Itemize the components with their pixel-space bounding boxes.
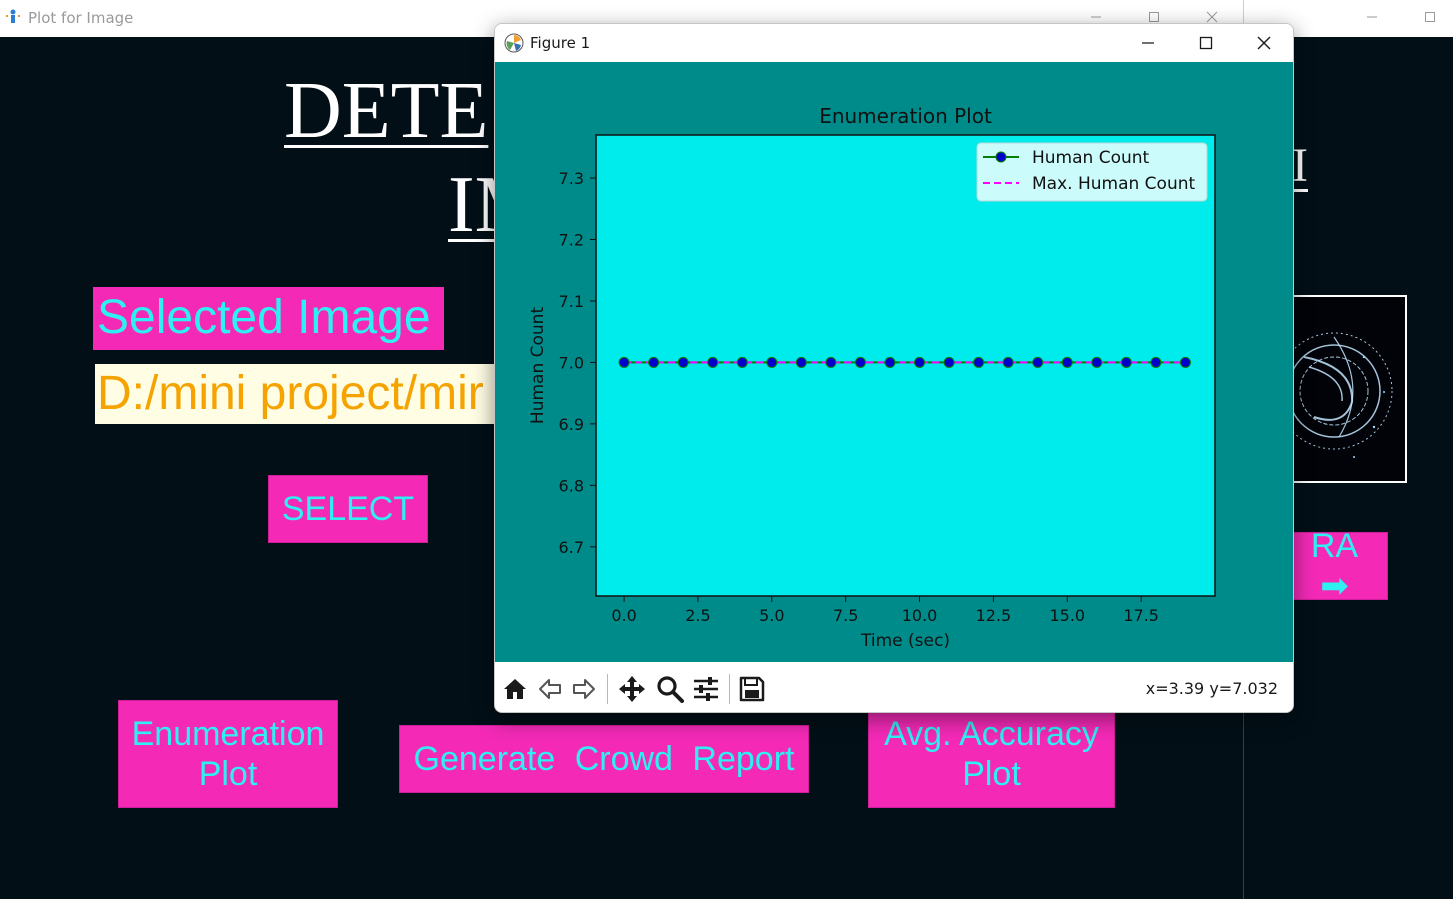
human-count-point bbox=[914, 356, 926, 368]
x-tick-label: 7.5 bbox=[833, 606, 858, 625]
human-count-point bbox=[884, 356, 896, 368]
figure-minimize-button[interactable] bbox=[1125, 27, 1171, 59]
camera-button[interactable]: RA ➡ bbox=[1293, 527, 1388, 605]
x-tick-label: 0.0 bbox=[611, 606, 636, 625]
human-count-point bbox=[854, 356, 866, 368]
x-tick-label: 15.0 bbox=[1049, 606, 1085, 625]
human-count-point bbox=[707, 356, 719, 368]
maximize-icon bbox=[1149, 12, 1159, 22]
human-count-point bbox=[1120, 356, 1132, 368]
figure-canvas[interactable]: Enumeration Plot 0.0 2.5 5.0 7.5 10.0 12.5 15.0… bbox=[495, 62, 1294, 662]
y-tick-label: 7.2 bbox=[559, 230, 584, 249]
minimize-icon bbox=[1142, 42, 1154, 44]
toolbar-separator bbox=[607, 674, 608, 704]
legend-max-label: Max. Human Count bbox=[1032, 174, 1195, 194]
back-icon bbox=[539, 679, 561, 699]
configure-icon bbox=[694, 677, 718, 701]
x-tick-label: 12.5 bbox=[976, 606, 1012, 625]
human-count-point bbox=[1091, 356, 1103, 368]
human-count-point bbox=[766, 356, 778, 368]
app-icon bbox=[6, 9, 20, 23]
configure-subplots-button[interactable] bbox=[691, 674, 721, 704]
legend-human-count-marker bbox=[995, 151, 1007, 163]
figure-close-button[interactable] bbox=[1241, 27, 1287, 59]
enumeration-chart[interactable]: Enumeration Plot 0.0 2.5 5.0 7.5 10.0 12.5 15.0… bbox=[495, 62, 1294, 662]
x-tick-label: 2.5 bbox=[685, 606, 710, 625]
human-count-point bbox=[618, 356, 630, 368]
save-button[interactable] bbox=[737, 674, 767, 704]
y-tick-label: 6.9 bbox=[559, 415, 584, 434]
close-icon bbox=[1257, 36, 1271, 50]
forward-button[interactable] bbox=[569, 674, 599, 704]
preview-image bbox=[1292, 295, 1407, 483]
page-heading-line1: DETE bbox=[284, 67, 489, 155]
x-tick-label: 10.0 bbox=[902, 606, 938, 625]
human-count-point bbox=[648, 356, 660, 368]
figure-maximize-button[interactable] bbox=[1183, 27, 1229, 59]
second-window-heading-fragment: I bbox=[1292, 139, 1308, 192]
enumeration-plot-button[interactable]: Enumeration Plot bbox=[118, 700, 338, 808]
forward-icon bbox=[573, 679, 595, 699]
cursor-coordinates: x=3.39 y=7.032 bbox=[1145, 679, 1278, 698]
human-count-point bbox=[825, 356, 837, 368]
save-icon bbox=[739, 676, 765, 702]
figure-title: Figure 1 bbox=[530, 34, 591, 52]
back-button[interactable] bbox=[535, 674, 565, 704]
human-count-point bbox=[1032, 356, 1044, 368]
generate-crowd-report-button[interactable]: Generate Crowd Report bbox=[399, 725, 809, 793]
human-count-point bbox=[943, 356, 955, 368]
home-button[interactable] bbox=[500, 674, 530, 704]
select-button[interactable]: SELECT bbox=[268, 475, 428, 543]
x-axis-label: Time (sec) bbox=[860, 631, 950, 651]
second-window-minimize-button[interactable] bbox=[1350, 4, 1394, 30]
pan-button[interactable] bbox=[617, 674, 647, 704]
minimize-icon bbox=[1091, 16, 1101, 18]
y-tick-label: 6.8 bbox=[559, 476, 584, 495]
human-count-point bbox=[1179, 356, 1191, 368]
selected-image-label: Selected Image bbox=[93, 287, 444, 350]
matplotlib-logo-icon bbox=[504, 33, 524, 53]
human-count-point bbox=[795, 356, 807, 368]
y-axis-label: Human Count bbox=[528, 307, 548, 425]
figure-toolbar: x=3.39 y=7.032 bbox=[495, 662, 1293, 712]
y-tick-label: 7.1 bbox=[559, 292, 584, 311]
maximize-icon bbox=[1199, 36, 1213, 50]
y-tick-label: 7.3 bbox=[559, 169, 584, 188]
x-tick-label: 17.5 bbox=[1123, 606, 1159, 625]
app-title: Plot for Image bbox=[28, 9, 134, 27]
chart-title: Enumeration Plot bbox=[819, 104, 992, 128]
minimize-icon bbox=[1367, 16, 1377, 18]
second-window-maximize-button[interactable] bbox=[1408, 4, 1452, 30]
home-icon bbox=[504, 679, 526, 699]
toolbar-separator bbox=[729, 674, 730, 704]
human-count-point bbox=[1150, 356, 1162, 368]
y-tick-label: 6.7 bbox=[559, 538, 584, 557]
x-tick-label: 5.0 bbox=[759, 606, 784, 625]
human-count-point bbox=[1061, 356, 1073, 368]
pan-icon bbox=[619, 676, 645, 702]
zoom-icon bbox=[657, 676, 684, 703]
chart-legend: Human Count Max. Human Count bbox=[976, 142, 1208, 202]
zoom-button[interactable] bbox=[655, 674, 685, 704]
avg-accuracy-plot-button[interactable]: Avg. Accuracy Plot bbox=[868, 700, 1115, 808]
legend-human-count-label: Human Count bbox=[1032, 148, 1150, 168]
figure-title-bar: Figure 1 bbox=[495, 24, 1293, 62]
maximize-icon bbox=[1425, 12, 1435, 22]
human-count-point bbox=[973, 356, 985, 368]
human-count-point bbox=[736, 356, 748, 368]
human-count-point bbox=[1002, 356, 1014, 368]
human-count-point bbox=[677, 356, 689, 368]
image-path-field: D:/mini project/mir bbox=[95, 364, 515, 424]
figure-window: Figure 1 Enumeration Plot 0.0 2.5 5.0 7.5 10.… bbox=[494, 23, 1294, 713]
y-tick-label: 7.0 bbox=[559, 353, 584, 372]
abstract-swirl-image bbox=[1294, 297, 1405, 481]
close-icon bbox=[1206, 11, 1218, 23]
